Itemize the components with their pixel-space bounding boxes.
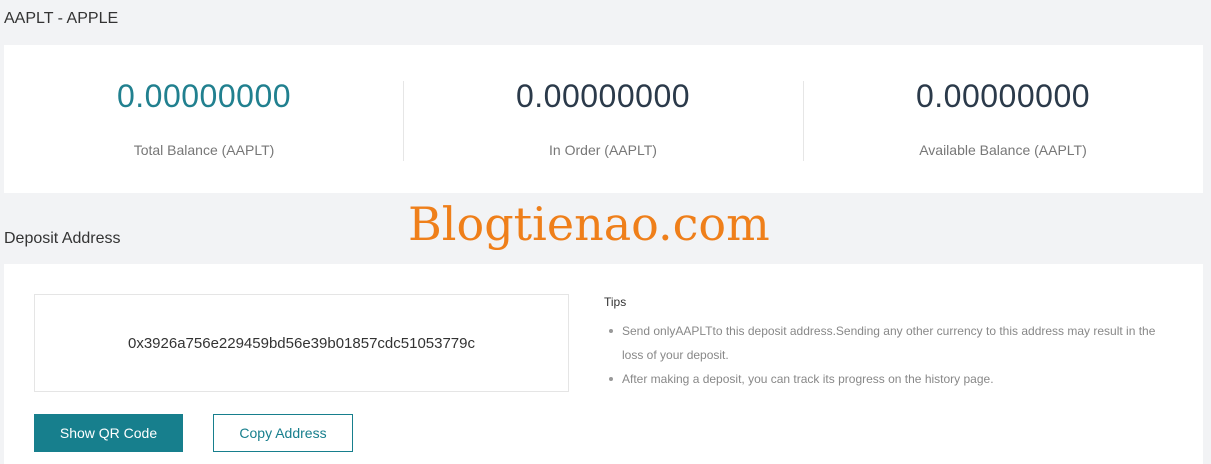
deposit-address-text[interactable]: 0x3926a756e229459bd56e39b01857cdc5105377… (128, 335, 475, 352)
available-balance-value: 0.00000000 (915, 78, 1091, 114)
watermark: Blogtienao.com (408, 197, 770, 251)
page-title: AAPLT - APPLE (4, 10, 119, 27)
copy-address-button[interactable]: Copy Address (213, 414, 353, 452)
in-order-balance: 0.00000000 In Order (AAPLT) (403, 45, 803, 193)
balance-panel: 0.00000000 Total Balance (AAPLT) 0.00000… (4, 45, 1203, 193)
tip-item: Send onlyAAPLTto this deposit address.Se… (609, 319, 1174, 367)
deposit-address-box[interactable]: 0x3926a756e229459bd56e39b01857cdc5105377… (34, 294, 569, 392)
tips-section: Tips Send onlyAAPLTto this deposit addre… (604, 295, 1174, 391)
total-balance-value: 0.00000000 (116, 78, 292, 114)
total-balance-label: Total Balance (AAPLT) (133, 142, 275, 158)
show-qr-code-button[interactable]: Show QR Code (34, 414, 183, 452)
in-order-label: In Order (AAPLT) (549, 142, 657, 158)
tip-item: After making a deposit, you can track it… (609, 367, 1174, 391)
tips-title: Tips (604, 295, 627, 309)
tips-list: Send onlyAAPLTto this deposit address.Se… (604, 319, 1174, 391)
available-balance: 0.00000000 Available Balance (AAPLT) (803, 45, 1203, 193)
total-balance: 0.00000000 Total Balance (AAPLT) (4, 45, 404, 193)
in-order-value: 0.00000000 (515, 78, 691, 114)
deposit-panel: 0x3926a756e229459bd56e39b01857cdc5105377… (4, 264, 1203, 464)
available-balance-label: Available Balance (AAPLT) (919, 142, 1087, 158)
deposit-address-title: Deposit Address (4, 230, 121, 247)
